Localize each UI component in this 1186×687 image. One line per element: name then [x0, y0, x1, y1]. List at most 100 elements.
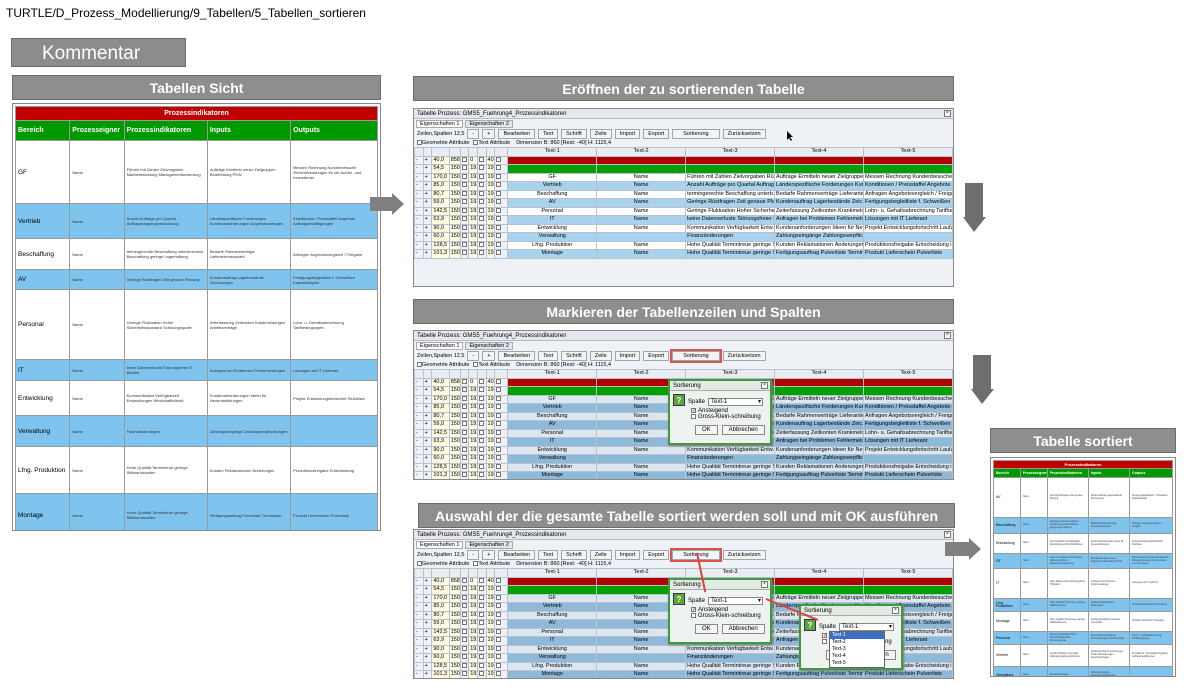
grid-cell-t4[interactable]: Kunden Reklamationen Änderungen	[774, 240, 864, 250]
row-checkbox[interactable]	[494, 386, 509, 396]
row-plus-button[interactable]: +	[422, 462, 433, 472]
row-checkbox[interactable]	[494, 454, 509, 464]
row-checkbox[interactable]	[494, 670, 509, 678]
grid-row[interactable]: -+128,5150 192 192 Lfng. ProduktionNameHohe…	[414, 462, 953, 472]
row-checkbox[interactable]	[459, 576, 470, 586]
row-a-value[interactable]: 192	[468, 181, 478, 191]
row-checkbox[interactable]	[459, 428, 470, 438]
row-a-value[interactable]: 192	[468, 394, 478, 404]
grid-row[interactable]: -+60,0150 192 192 Verwaltung Finanzänderunge…	[414, 232, 953, 242]
checkbox[interactable]	[461, 438, 467, 444]
checkbox[interactable]	[496, 637, 502, 643]
checkbox[interactable]	[461, 654, 467, 660]
grid-cell-t4[interactable]	[774, 377, 864, 387]
checkbox[interactable]	[496, 250, 502, 256]
row-checkbox[interactable]	[459, 593, 470, 603]
row-plus-button[interactable]: +	[422, 206, 433, 216]
checkbox[interactable]	[496, 662, 502, 668]
row-plus-button[interactable]: +	[422, 428, 433, 438]
row-minus-button[interactable]: -	[414, 172, 424, 182]
grid-cell-t5[interactable]: Produkt Lieferschein Pulverliste	[862, 249, 953, 259]
grid-cell-t2[interactable]: Name	[596, 670, 687, 678]
checkbox[interactable]	[461, 207, 467, 213]
grid-cell-t5[interactable]	[862, 164, 953, 174]
row-height-value[interactable]: 85,0	[431, 181, 450, 191]
tab-eigenschaften-1[interactable]: Eigenschaften 1	[416, 342, 464, 350]
checkbox[interactable]	[478, 429, 484, 435]
grid-cell-t3[interactable]: Hohe Qualität Termintreue geringe Sti...	[685, 471, 776, 479]
row-height-value[interactable]: 101,3	[431, 249, 450, 259]
row-height-value[interactable]: 170,0	[431, 394, 450, 404]
row-b-value[interactable]: 192	[485, 619, 496, 629]
checkbox[interactable]	[478, 455, 484, 461]
row-a-value[interactable]: 192	[468, 471, 478, 479]
grid-cell-t1[interactable]: Verwaltung	[507, 232, 598, 242]
grid-row[interactable]: -+63,9150 192 192 ITNamekeine Datenverluste…	[414, 215, 953, 225]
row-checkbox[interactable]	[494, 249, 509, 259]
grid-cell-t2[interactable]	[596, 155, 687, 165]
row-checkbox[interactable]	[476, 428, 487, 438]
row-width-value[interactable]: 150	[448, 437, 461, 447]
grid-cell-t4[interactable]	[774, 386, 864, 396]
grid-cell-t1[interactable]: Personal	[507, 428, 598, 438]
grid-cell-t3[interactable]: Finanzänderungen	[685, 454, 776, 464]
grid-cell-t1[interactable]: Beschaffung	[507, 610, 598, 620]
row-b-value[interactable]: 192	[485, 206, 496, 216]
row-checkbox[interactable]	[476, 636, 487, 646]
row-checkbox[interactable]	[476, 471, 487, 479]
row-minus-button[interactable]: -	[414, 428, 424, 438]
row-width-value[interactable]: 150	[448, 454, 461, 464]
grid-row[interactable]: -+90,0150 192 192 EntwicklungNameKommunikat…	[414, 445, 953, 455]
ansteigend-checkbox[interactable]: ✓	[691, 408, 696, 414]
row-plus-button[interactable]: +	[422, 164, 433, 174]
checkbox[interactable]	[461, 603, 467, 609]
toolbar-button-import[interactable]: Import	[614, 549, 641, 560]
checkbox[interactable]	[478, 577, 484, 583]
grid-cell-t2[interactable]: Name	[596, 223, 687, 233]
row-checkbox[interactable]	[476, 627, 487, 637]
row-width-value[interactable]: 150	[448, 403, 461, 413]
row-b-value[interactable]: 192	[485, 454, 496, 464]
row-a-value[interactable]: 192	[468, 610, 478, 620]
row-checkbox[interactable]	[494, 394, 509, 404]
grid-cell-t2[interactable]: Name	[596, 240, 687, 250]
close-icon[interactable]: ×	[944, 531, 951, 538]
checkbox[interactable]	[496, 620, 502, 626]
abbrechen-button[interactable]: Abbrechen	[721, 624, 765, 635]
checkbox[interactable]	[478, 421, 484, 427]
checkbox[interactable]	[478, 412, 484, 418]
checkbox[interactable]	[478, 628, 484, 634]
checkbox[interactable]	[461, 199, 467, 205]
checkbox[interactable]	[496, 446, 502, 452]
row-height-value[interactable]: 80,7	[431, 610, 450, 620]
row-b-value[interactable]: 192	[485, 602, 496, 612]
toolbar-button-import[interactable]: Import	[614, 350, 641, 361]
row-checkbox[interactable]	[459, 206, 470, 216]
grid-cell-t2[interactable]	[596, 653, 687, 663]
toolbar-button-sortierung[interactable]: Sortierung	[670, 348, 722, 363]
row-height-value[interactable]: 142,5	[431, 428, 450, 438]
grid-cell-t2[interactable]: Name	[596, 471, 687, 479]
checkbox[interactable]	[461, 224, 467, 230]
row-a-value[interactable]: 192	[468, 206, 478, 216]
checkbox[interactable]	[478, 207, 484, 213]
row-checkbox[interactable]	[459, 661, 470, 671]
row-plus-button[interactable]: +	[422, 661, 433, 671]
row-checkbox[interactable]	[459, 403, 470, 413]
row-height-value[interactable]: 80,7	[431, 189, 450, 199]
grid-cell-t2[interactable]	[596, 454, 687, 464]
row-a-value[interactable]: 192	[468, 411, 478, 421]
grid-cell-t2[interactable]: Name	[596, 462, 687, 472]
row-b-value[interactable]: 192	[485, 471, 496, 479]
row-checkbox[interactable]	[476, 377, 487, 387]
row-b-value[interactable]: 192	[485, 644, 496, 654]
toolbar-button-schrift[interactable]: Schrift	[561, 128, 587, 139]
row-checkbox[interactable]	[476, 386, 487, 396]
row-width-value[interactable]: 150	[448, 462, 461, 472]
row-plus-button[interactable]: +	[422, 576, 433, 586]
grid-cell-t5[interactable]	[862, 377, 953, 387]
row-width-value[interactable]: 150	[448, 206, 461, 216]
grid-cell-t1[interactable]: Entwicklung	[507, 223, 598, 233]
grid-cell-t1[interactable]: IT	[507, 215, 598, 225]
grid-cell-t3[interactable]: Geringe Rüstfragen Zeit genaue Pla...	[685, 198, 776, 208]
